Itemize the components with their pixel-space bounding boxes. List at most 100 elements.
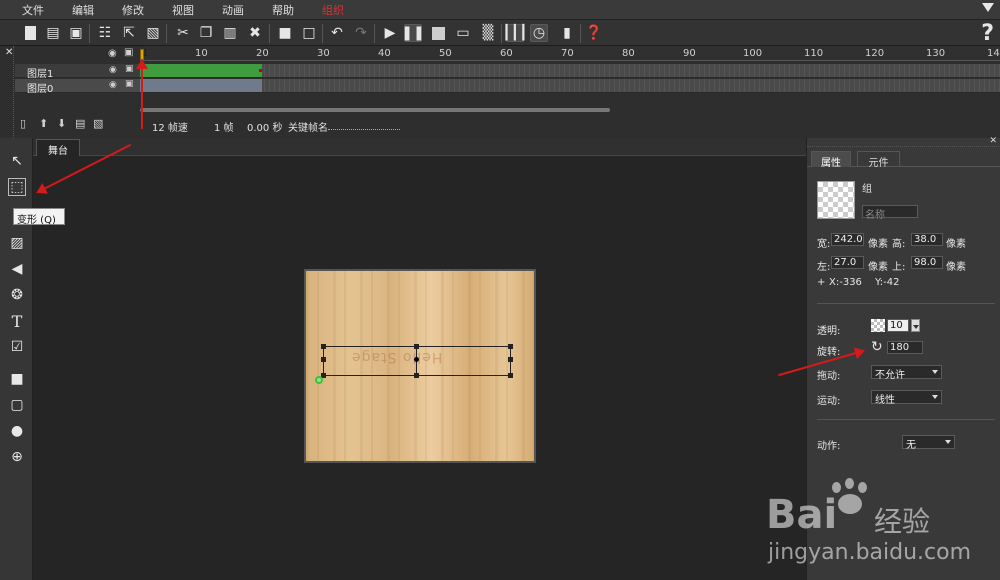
timeline-ruler[interactable]: 1 10 20 30 40 50 60 70 80 90 100 110 120… xyxy=(140,46,1000,61)
menu-organize[interactable]: 组织 xyxy=(322,2,350,18)
layer-name: 图层1 xyxy=(27,69,54,80)
copy-icon[interactable]: ❐ xyxy=(197,24,215,42)
delete-icon[interactable]: ✖ xyxy=(246,24,264,42)
close-icon[interactable]: ✕ xyxy=(989,136,997,146)
add-layer-icon[interactable]: ▯ xyxy=(20,117,26,130)
paste-icon[interactable]: ▥ xyxy=(221,24,239,42)
redo-icon[interactable]: ↷ xyxy=(352,24,370,42)
timeline-scrollbar[interactable] xyxy=(140,108,610,112)
layer-row[interactable]: 图层0 ◉ ▣ xyxy=(15,79,140,95)
help-icon[interactable]: ? xyxy=(981,21,994,46)
unit-label: 像素 xyxy=(868,239,888,250)
open-folder-icon[interactable]: ▤ xyxy=(44,24,62,42)
new-file-icon[interactable] xyxy=(21,24,39,42)
timer-icon[interactable]: ◷ xyxy=(530,24,548,42)
panel-grip[interactable] xyxy=(0,46,14,138)
tab-properties[interactable]: 属性 xyxy=(811,151,851,169)
lock-icon[interactable]: ▣ xyxy=(124,47,133,58)
eye-icon[interactable]: ◉ xyxy=(109,65,117,75)
y-coordinate: Y:-42 xyxy=(875,277,900,288)
target-icon[interactable]: ⊕ xyxy=(8,448,26,466)
battery-icon[interactable]: ▮ xyxy=(558,24,576,42)
rectangle-icon[interactable]: ■ xyxy=(8,370,26,388)
top-field[interactable]: 98.0 xyxy=(911,256,943,269)
checkbox-icon[interactable]: ☑ xyxy=(8,338,26,356)
width-field[interactable]: 242.0 xyxy=(831,233,864,246)
menu-bar: 文件 编辑 修改 视图 动画 帮助 组织 xyxy=(0,0,1000,19)
lock-icon[interactable]: ▣ xyxy=(125,79,134,89)
library-icon[interactable]: ▧ xyxy=(144,24,162,42)
export-icon[interactable]: ⇱ xyxy=(120,24,138,42)
ruler-tick: 50 xyxy=(439,48,452,59)
drag-select[interactable]: 不允许 xyxy=(871,365,942,381)
trash-icon[interactable]: ▤ xyxy=(75,117,85,130)
rounded-rect-icon[interactable]: ▢ xyxy=(8,396,26,414)
keyframe-name-field[interactable] xyxy=(328,129,400,130)
transform-icon[interactable]: ⬚ xyxy=(8,178,26,196)
menu-animation[interactable]: 动画 xyxy=(222,2,250,18)
frame-span[interactable] xyxy=(140,79,262,92)
folder-icon[interactable]: ▧ xyxy=(93,117,103,130)
transform-center[interactable] xyxy=(414,357,419,362)
menu-help[interactable]: 帮助 xyxy=(272,2,300,18)
keyframe-marker[interactable] xyxy=(259,69,262,72)
film-reel-icon[interactable]: ❂ xyxy=(8,286,26,304)
panel-grip[interactable]: ✕ xyxy=(807,136,1000,147)
frames-icon[interactable]: ┃┃┃ xyxy=(502,24,528,42)
lock-icon[interactable]: ▣ xyxy=(125,64,134,74)
eye-icon[interactable]: ◉ xyxy=(108,48,117,59)
save-icon[interactable]: ▣ xyxy=(67,24,85,42)
image-icon[interactable]: ▨ xyxy=(8,234,26,252)
action-select[interactable]: 无 xyxy=(902,435,955,451)
layer-row[interactable]: 图层1 ◉ ▣ xyxy=(15,64,140,80)
sound-icon[interactable]: ◀ xyxy=(8,260,26,278)
resize-handle[interactable] xyxy=(508,373,513,378)
height-field[interactable]: 38.0 xyxy=(911,233,943,246)
rotation-field[interactable]: 180 xyxy=(887,341,923,354)
text-icon[interactable]: T xyxy=(8,312,26,331)
select-arrow-icon[interactable]: ↖ xyxy=(8,152,26,170)
height-label: 高: xyxy=(892,239,906,250)
lock-icon[interactable]: ■ xyxy=(276,24,294,42)
resize-handle[interactable] xyxy=(414,344,419,349)
opacity-field[interactable]: 10 xyxy=(887,319,909,332)
layer-frames[interactable] xyxy=(140,79,1000,93)
menu-view[interactable]: 视图 xyxy=(172,2,200,18)
resize-handle[interactable] xyxy=(414,373,419,378)
preview-icon[interactable]: ▭ xyxy=(454,24,472,42)
undo-icon[interactable]: ↶ xyxy=(328,24,346,42)
cut-icon[interactable]: ✂ xyxy=(174,24,192,42)
layer-name: 图层0 xyxy=(27,84,54,95)
frame-span[interactable] xyxy=(140,64,262,77)
resize-handle[interactable] xyxy=(321,344,326,349)
menu-edit[interactable]: 编辑 xyxy=(72,2,100,18)
motion-select[interactable]: 线性 xyxy=(871,390,942,406)
collapse-caret-icon[interactable] xyxy=(982,3,994,12)
name-field[interactable]: 名称 xyxy=(862,205,918,221)
left-field[interactable]: 27.0 xyxy=(831,256,864,269)
layer-frames[interactable] xyxy=(140,64,1000,78)
grid-icon[interactable]: ☷ xyxy=(96,24,114,42)
resize-handle[interactable] xyxy=(508,344,513,349)
move-down-icon[interactable]: ⬇ xyxy=(57,117,66,130)
tab-stage[interactable]: 舞台 xyxy=(36,139,80,157)
close-icon[interactable]: ✕ xyxy=(5,47,13,58)
rotate-icon[interactable]: ↻ xyxy=(871,339,883,355)
opacity-swatch[interactable] xyxy=(871,319,885,332)
pause-icon[interactable]: ❚❚ xyxy=(401,24,425,42)
menu-modify[interactable]: 修改 xyxy=(122,2,150,18)
menu-file[interactable]: 文件 xyxy=(22,2,50,18)
eye-icon[interactable]: ◉ xyxy=(109,80,117,90)
unlock-icon[interactable]: □ xyxy=(300,24,318,42)
tab-symbols[interactable]: 元件 xyxy=(857,151,900,169)
qr-icon[interactable]: ▒ xyxy=(479,24,497,42)
move-up-icon[interactable]: ⬆ xyxy=(39,117,48,130)
opacity-dropdown-icon[interactable] xyxy=(911,319,920,332)
play-icon[interactable]: ▶ xyxy=(381,24,399,42)
resize-handle[interactable] xyxy=(321,357,326,362)
help-circle-icon[interactable]: ❓ xyxy=(585,24,603,42)
resize-handle[interactable] xyxy=(508,357,513,362)
stop-icon[interactable] xyxy=(429,24,447,42)
registration-point[interactable] xyxy=(315,376,323,384)
circle-icon[interactable]: ● xyxy=(8,422,26,440)
